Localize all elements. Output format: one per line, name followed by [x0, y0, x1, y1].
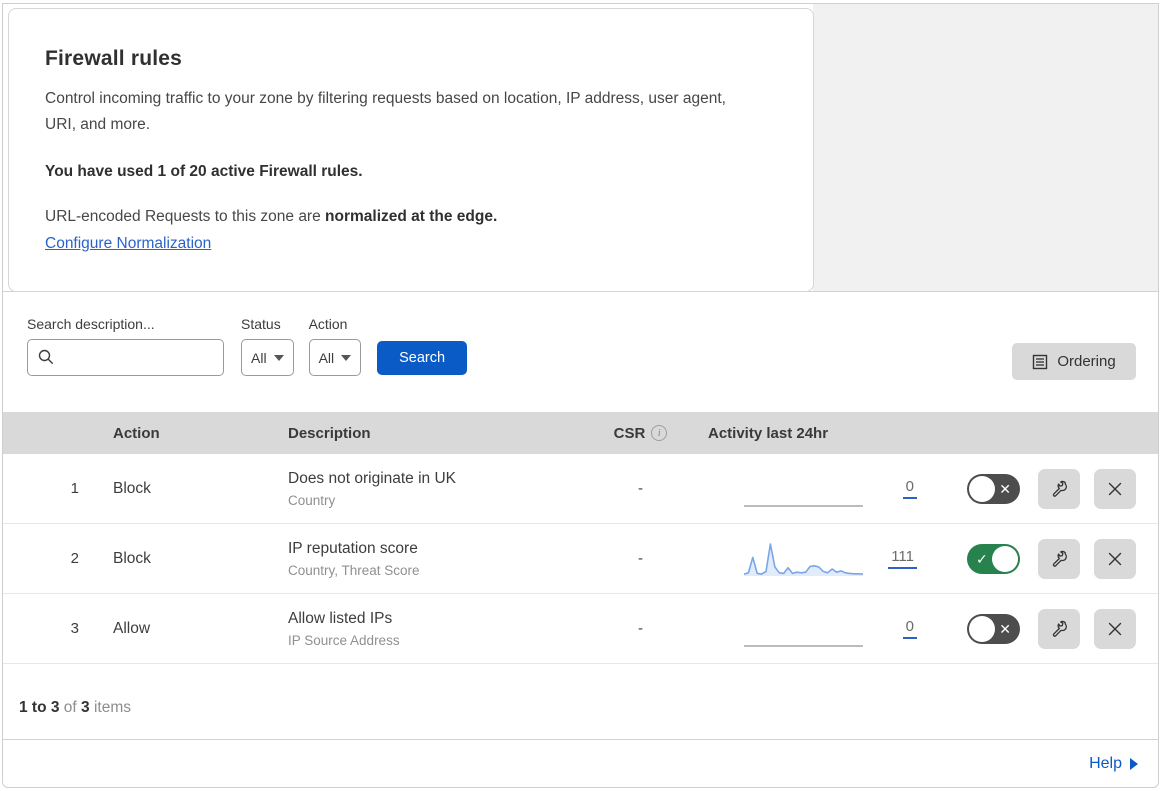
pagination-of: of [59, 699, 82, 716]
rule-activity-count[interactable]: 0 [902, 478, 917, 499]
edit-rule-button[interactable] [1038, 468, 1080, 509]
rule-priority: 3 [70, 620, 79, 637]
help-bar: Help [3, 739, 1158, 787]
toggle-state-icon [999, 614, 1011, 644]
rule-csr-value: - [638, 550, 643, 567]
close-icon [1108, 482, 1122, 495]
chevron-down-icon [341, 354, 352, 361]
pagination-items: items [89, 699, 131, 716]
column-header-activity: Activity last 24hr [708, 424, 829, 442]
rules-table-body: 1 Block Does not originate in UK Country… [3, 454, 1158, 664]
header-side-panel: Create firewall rule Create mTLS rule [813, 4, 1158, 291]
rule-expression: Country, Threat Score [288, 562, 420, 578]
toggle-state-icon [999, 474, 1011, 504]
delete-rule-button[interactable] [1094, 538, 1136, 579]
filter-bar: Search description... Status All Action … [3, 292, 1158, 412]
toggle-knob [969, 475, 995, 502]
edit-rule-button[interactable] [1038, 608, 1080, 649]
search-label: Search description... [27, 316, 155, 332]
rule-activity-count[interactable]: 0 [902, 618, 917, 639]
toggle-state-icon [976, 544, 988, 574]
rule-priority: 1 [70, 480, 79, 497]
status-filter-label: Status [241, 316, 281, 332]
rules-table-header: Action Description CSR Activity last 24h… [3, 412, 1158, 454]
wrench-icon [1052, 550, 1067, 567]
column-header-csr: CSR [613, 424, 646, 442]
rule-description: IP reputation score [288, 539, 418, 557]
edit-rule-button[interactable] [1038, 538, 1080, 579]
column-header-description: Description [288, 424, 371, 442]
page-description: Control incoming traffic to your zone by… [45, 90, 726, 133]
pagination-summary: 1 to 3 of 3 items [3, 664, 1158, 739]
help-link[interactable]: Help [1089, 755, 1138, 773]
rule-priority: 2 [70, 550, 79, 567]
rule-activity-sparkline [744, 504, 863, 507]
search-input[interactable] [27, 339, 224, 376]
configure-normalization-link[interactable]: Configure Normalization [45, 235, 211, 253]
rule-activity-sparkline [743, 542, 864, 576]
close-icon [1108, 552, 1122, 565]
ordering-list-icon [1033, 354, 1048, 369]
search-button[interactable]: Search [377, 341, 468, 375]
rule-expression: Country [288, 492, 336, 508]
action-filter-dropdown[interactable]: All [308, 339, 362, 376]
arrow-right-icon [1130, 757, 1138, 770]
header-card: Firewall rules Control incoming traffic … [8, 8, 814, 292]
rule-row: 3 Allow Allow listed IPs IP Source Addre… [3, 594, 1158, 664]
action-filter-label: Action [308, 316, 348, 332]
status-filter-dropdown[interactable]: All [241, 339, 294, 376]
rule-action: Block [113, 479, 151, 497]
toggle-knob [992, 545, 1018, 572]
normalization-prefix: URL-encoded Requests to this zone are [45, 208, 326, 225]
action-filter-value: All [318, 349, 335, 366]
chevron-down-icon [273, 354, 284, 361]
firewall-rules-page: Create firewall rule Create mTLS rule Fi… [2, 3, 1159, 788]
delete-rule-button[interactable] [1094, 468, 1136, 509]
rule-description: Allow listed IPs [288, 609, 393, 627]
rule-description: Does not originate in UK [288, 469, 457, 487]
rule-action: Allow [113, 619, 151, 637]
rule-enabled-toggle[interactable] [967, 543, 1020, 574]
rule-activity-count[interactable]: 111 [888, 548, 917, 569]
rule-row: 2 Block IP reputation score Country, Thr… [3, 524, 1158, 594]
help-label: Help [1089, 754, 1122, 772]
ordering-button[interactable]: Ordering [1012, 343, 1136, 380]
pagination-range: 1 to 3 [19, 699, 60, 716]
rule-row: 1 Block Does not originate in UK Country… [3, 454, 1158, 524]
close-icon [1108, 622, 1122, 635]
rule-activity-sparkline [744, 644, 863, 647]
page-title: Firewall rules [45, 47, 183, 70]
status-filter-value: All [251, 349, 267, 366]
rule-enabled-toggle[interactable] [967, 613, 1020, 644]
normalization-bold: normalized at the edge. [325, 208, 498, 225]
pagination-total: 3 [81, 699, 90, 716]
page-header-section: Create firewall rule Create mTLS rule Fi… [3, 4, 1158, 292]
normalization-note: URL-encoded Requests to this zone are no… [45, 208, 773, 226]
search-icon [38, 349, 54, 365]
wrench-icon [1052, 480, 1067, 497]
rule-csr-value: - [638, 480, 643, 497]
ordering-button-label: Ordering [1057, 353, 1116, 370]
wrench-icon [1052, 620, 1067, 637]
column-header-action: Action [113, 424, 160, 442]
delete-rule-button[interactable] [1094, 608, 1136, 649]
csr-info-icon[interactable] [651, 425, 668, 441]
rule-csr-value: - [638, 620, 643, 637]
usage-note: You have used 1 of 20 active Firewall ru… [45, 163, 363, 180]
rule-enabled-toggle[interactable] [967, 473, 1020, 504]
toggle-knob [969, 615, 995, 642]
rule-action: Block [113, 549, 151, 567]
rule-expression: IP Source Address [288, 632, 400, 648]
